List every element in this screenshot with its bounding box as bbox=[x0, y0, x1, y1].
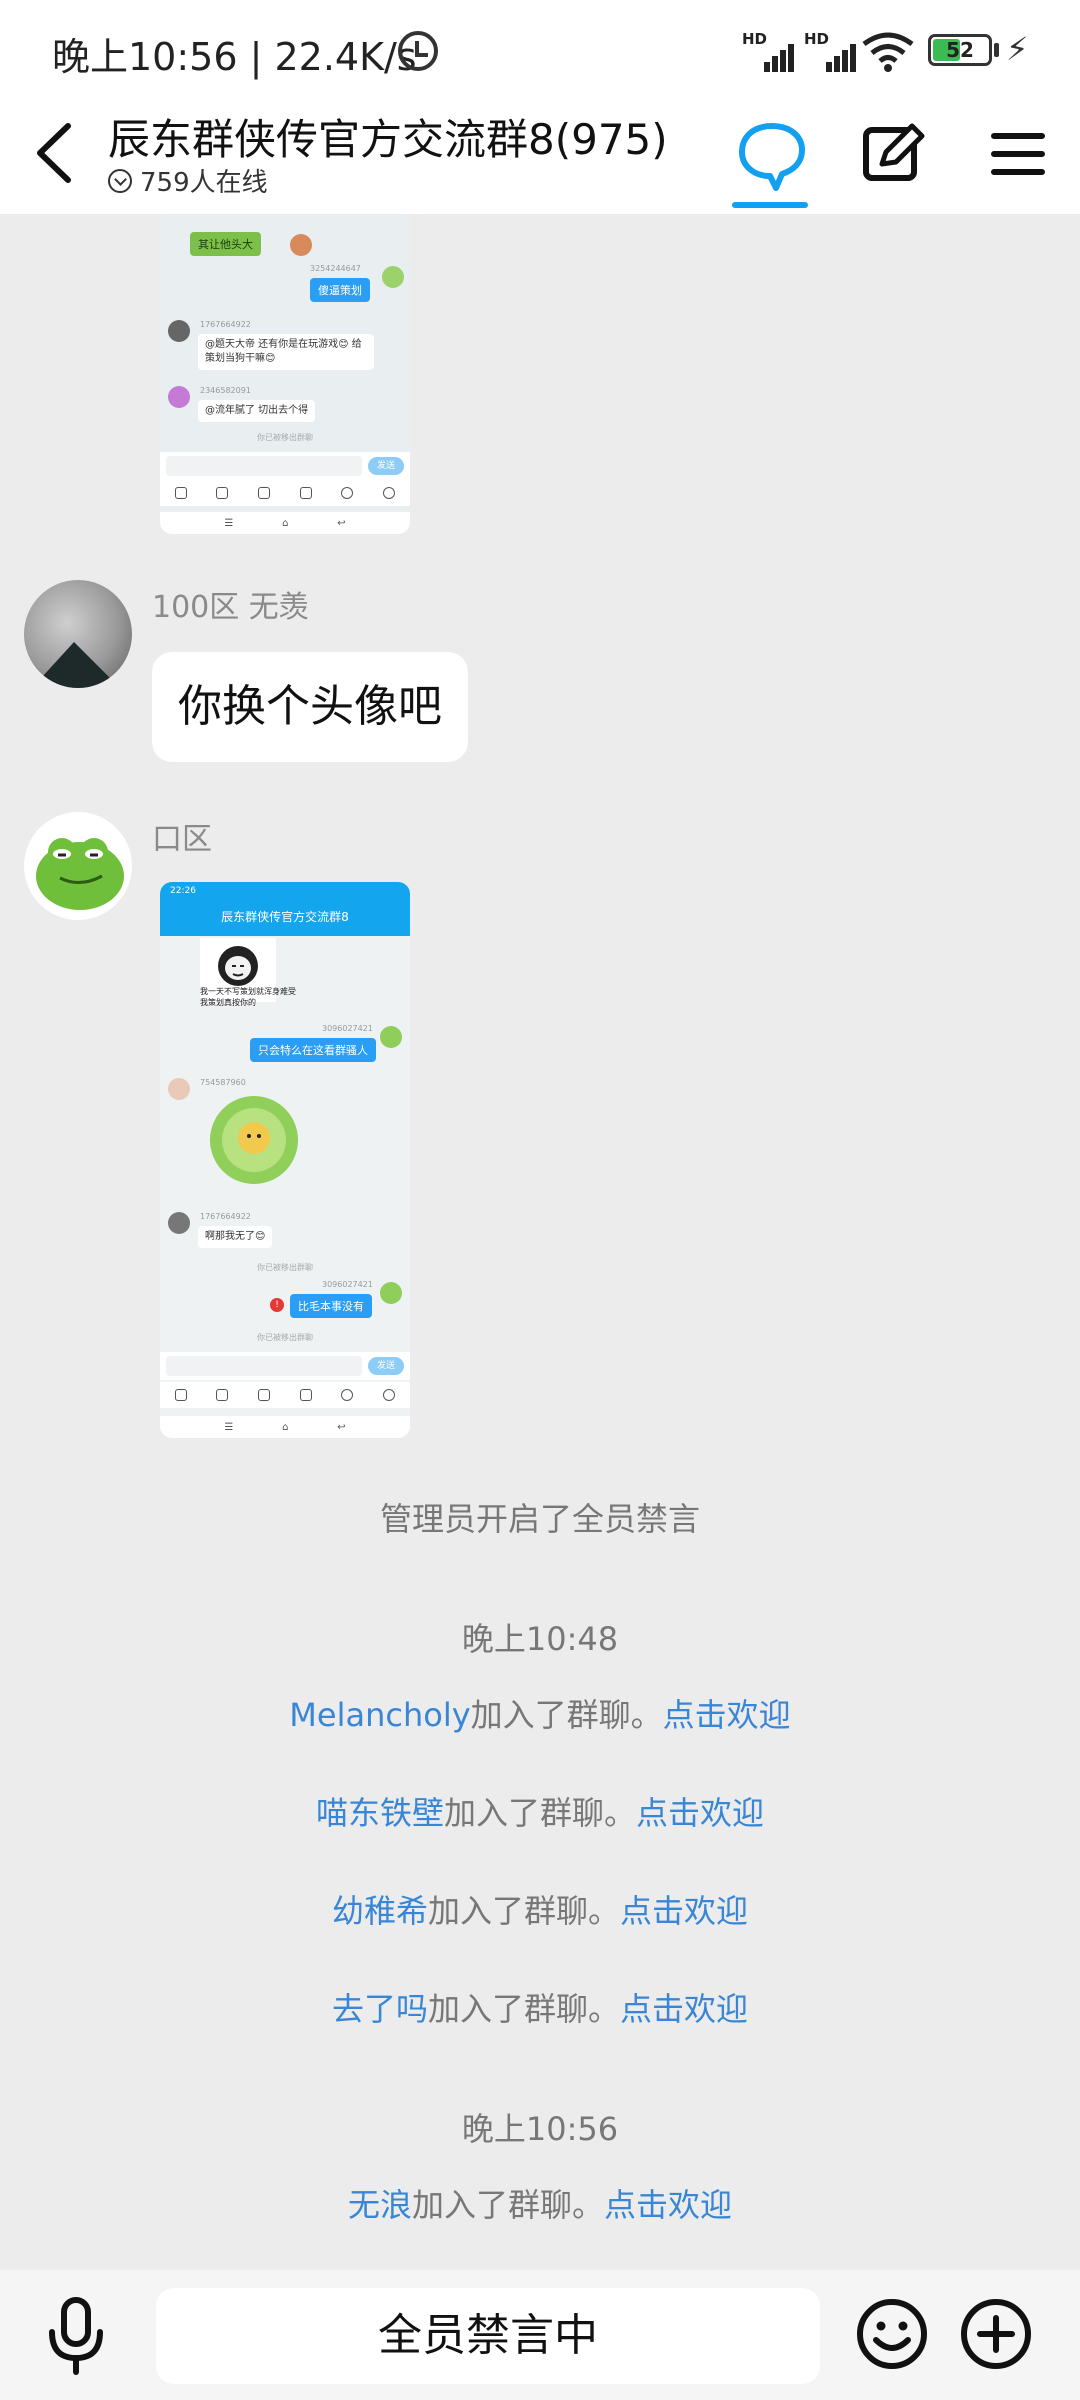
join-user-link[interactable]: Melancholy bbox=[289, 1696, 470, 1734]
plus-icon[interactable] bbox=[956, 2294, 1036, 2374]
input-box bbox=[166, 1356, 362, 1376]
chevron-down-icon bbox=[108, 168, 132, 193]
avatar-frog[interactable] bbox=[24, 812, 132, 920]
join-action: 加入了群聊。 bbox=[443, 1794, 636, 1832]
avatar bbox=[168, 1212, 190, 1234]
avatar-moon[interactable] bbox=[24, 580, 132, 688]
signal-icon: HD bbox=[742, 30, 800, 72]
removed-note: 你已被移出群聊 bbox=[257, 433, 313, 442]
hd-label: HD bbox=[742, 30, 768, 48]
status-bar: 晚上10:56 | 22.4K/s HD HD 52 ⚡ bbox=[0, 0, 1080, 96]
avatar bbox=[382, 266, 404, 288]
join-notice: 幼稚希加入了群聊。点击欢迎 bbox=[0, 1886, 1080, 1932]
join-action: 加入了群聊。 bbox=[411, 2186, 604, 2224]
chat-header: 辰东群侠传官方交流群8(975) 759人在线 bbox=[0, 96, 1080, 214]
battery-tip bbox=[994, 43, 999, 57]
outgoing-message: 比毛本事没有 bbox=[290, 1294, 372, 1318]
join-notice: 喵东铁壁加入了群聊。点击欢迎 bbox=[0, 1788, 1080, 1834]
muted-input: 全员禁言中 bbox=[156, 2288, 820, 2384]
active-tab-indicator bbox=[732, 202, 808, 208]
user-id: 3096027421 bbox=[322, 1280, 373, 1289]
screenshot-header: 22:26 辰东群侠传官方交流群8 bbox=[160, 882, 410, 936]
cabbage-sticker bbox=[206, 1094, 302, 1186]
join-action: 加入了群聊。 bbox=[427, 1892, 620, 1930]
incoming-message: @题天大帝 还有你是在玩游戏😊 给策划当狗干嘛😊 bbox=[198, 334, 374, 370]
avatar bbox=[380, 1282, 402, 1304]
join-user-link[interactable]: 喵东铁壁 bbox=[316, 1794, 444, 1832]
toolbar-icons bbox=[160, 1382, 410, 1408]
join-notice: Melancholy加入了群聊。点击欢迎 bbox=[0, 1690, 1080, 1736]
error-icon: ! bbox=[270, 1298, 284, 1312]
incoming-message: 啊那我无了😊 bbox=[198, 1226, 273, 1248]
join-action: 加入了群聊。 bbox=[470, 1696, 663, 1734]
welcome-link[interactable]: 点击欢迎 bbox=[620, 1892, 748, 1930]
input-bar: 发送 bbox=[160, 452, 410, 480]
removed-note: 你已被移出群聊 bbox=[257, 1333, 313, 1342]
avatar bbox=[168, 1078, 190, 1100]
timestamp: 晚上10:48 bbox=[461, 1620, 619, 1658]
status-time: 晚上10:56 | 22.4K/s bbox=[52, 35, 417, 79]
outgoing-message: 傻逼策划 bbox=[310, 278, 370, 302]
meme-caption: 我一天不写策划就浑身难受 我策划真按你的 bbox=[200, 987, 296, 1007]
wifi-icon bbox=[862, 32, 914, 72]
sticker-caption: 其让他头大 bbox=[190, 232, 261, 256]
battery-icon: 52 bbox=[928, 34, 992, 66]
welcome-link[interactable]: 点击欢迎 bbox=[620, 1990, 748, 2028]
sender-name: 口区 bbox=[152, 822, 212, 857]
image-message-1[interactable]: 其让他头大 3254244647 傻逼策划 1767664922 @题天大帝 还… bbox=[160, 214, 410, 534]
back-icon[interactable] bbox=[30, 118, 80, 188]
nav-bar: ☰ ⌂ ↩ bbox=[160, 1416, 410, 1438]
input-box bbox=[166, 456, 362, 476]
toolbar-icons bbox=[160, 480, 410, 506]
user-id: 3096027421 bbox=[322, 1024, 373, 1033]
input-toolbar: 全员禁言中 bbox=[0, 2270, 1080, 2400]
group-title[interactable]: 辰东群侠传官方交流群8(975) bbox=[108, 106, 668, 167]
menu-icon[interactable] bbox=[976, 114, 1056, 194]
online-count[interactable]: 759人在线 bbox=[108, 162, 268, 199]
screenshot-title: 辰东群侠传官方交流群8 bbox=[221, 910, 349, 924]
nav-bar: ☰ ⌂ ↩ bbox=[160, 512, 410, 534]
alarm-icon bbox=[398, 31, 438, 71]
user-id: 3254244647 bbox=[310, 264, 361, 273]
mic-icon[interactable] bbox=[36, 2294, 116, 2378]
online-count-label: 759人在线 bbox=[140, 168, 268, 198]
chat-area[interactable]: 其让他头大 3254244647 傻逼策划 1767664922 @题天大帝 还… bbox=[0, 214, 1080, 2270]
join-notice: 无浪加入了群聊。点击欢迎 bbox=[0, 2180, 1080, 2226]
user-id: 754587960 bbox=[200, 1078, 246, 1087]
avatar bbox=[168, 320, 190, 342]
join-notice: 去了吗加入了群聊。点击欢迎 bbox=[0, 1984, 1080, 2030]
emoji-icon[interactable] bbox=[852, 2294, 932, 2374]
sender-name: 100区 无羡 bbox=[152, 590, 309, 625]
message-bubble[interactable]: 你换个头像吧 bbox=[152, 652, 468, 762]
incoming-message: @流年腻了 切出去个得 bbox=[198, 400, 316, 422]
avatar bbox=[380, 1026, 402, 1048]
send-button: 发送 bbox=[368, 457, 404, 475]
timestamp: 晚上10:56 bbox=[461, 2110, 619, 2148]
image-message-2[interactable]: 22:26 辰东群侠传官方交流群8 我一天不写策划就浑身难受 我策划真按你的 3… bbox=[160, 882, 410, 1438]
removed-note: 你已被移出群聊 bbox=[257, 1263, 313, 1272]
user-id: 1767664922 bbox=[200, 1212, 251, 1221]
edit-icon[interactable] bbox=[852, 114, 932, 194]
input-bar: 发送 bbox=[160, 1352, 410, 1380]
charging-icon: ⚡ bbox=[1006, 30, 1029, 68]
chat-bubble-icon[interactable] bbox=[732, 114, 812, 194]
join-user-link[interactable]: 去了吗 bbox=[332, 1990, 428, 2028]
avatar bbox=[290, 234, 312, 256]
battery-level: 52 bbox=[946, 38, 974, 62]
send-button: 发送 bbox=[368, 1357, 404, 1375]
screenshot-time: 22:26 bbox=[170, 886, 196, 896]
avatar bbox=[168, 386, 190, 408]
hd-label-2: HD bbox=[804, 30, 830, 48]
welcome-link[interactable]: 点击欢迎 bbox=[604, 2186, 732, 2224]
join-user-link[interactable]: 幼稚希 bbox=[332, 1892, 428, 1930]
user-id: 1767664922 bbox=[200, 320, 251, 329]
welcome-link[interactable]: 点击欢迎 bbox=[636, 1794, 764, 1832]
signal-icon-2: HD bbox=[804, 30, 862, 72]
join-action: 加入了群聊。 bbox=[427, 1990, 620, 2028]
outgoing-message: 只会特么在这看群骚人 bbox=[250, 1038, 376, 1062]
user-id: 2346582091 bbox=[200, 386, 251, 395]
welcome-link[interactable]: 点击欢迎 bbox=[663, 1696, 791, 1734]
system-message-mute: 管理员开启了全员禁言 bbox=[379, 1500, 700, 1538]
join-user-link[interactable]: 无浪 bbox=[348, 2186, 412, 2224]
